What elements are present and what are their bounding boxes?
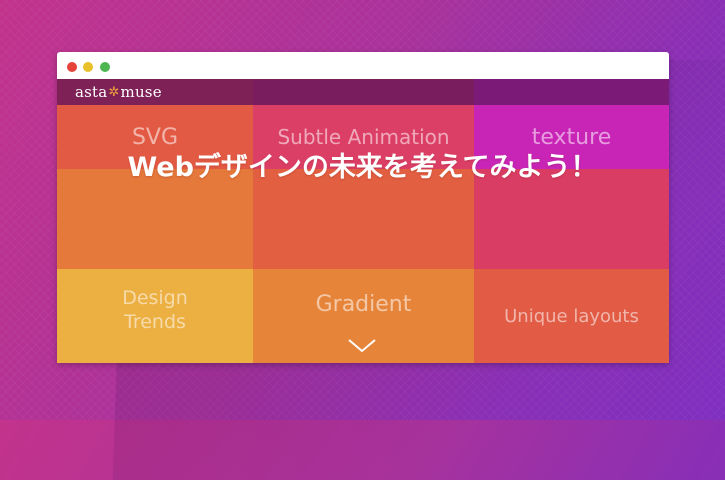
tile-unique-layouts: Unique layouts — [474, 269, 669, 363]
maximize-window-dot-icon[interactable] — [100, 62, 110, 72]
close-window-dot-icon[interactable] — [67, 62, 77, 72]
logo-star-icon: ✲ — [108, 84, 120, 100]
tile-label: Design Trends — [122, 286, 188, 334]
browser-window: asta ✲ muse SVG Subtle Animation texture… — [57, 52, 669, 363]
astamuse-logo[interactable]: asta ✲ muse — [75, 83, 162, 101]
tile-row2-right — [474, 169, 669, 269]
tile-design-trends: Design Trends — [57, 269, 253, 363]
page-headline: Webデザインの未来を考えてみよう！ — [127, 152, 598, 183]
tile-label-line2: Trends — [124, 311, 186, 333]
tile-row2-middle — [253, 169, 474, 269]
header-band-middle — [253, 79, 474, 105]
tile-grid: asta ✲ muse SVG Subtle Animation texture… — [57, 79, 669, 363]
logo-text-right: muse — [120, 83, 162, 101]
browser-titlebar — [57, 52, 669, 79]
tile-row2-left — [57, 169, 253, 269]
tile-label: Unique layouts — [504, 305, 639, 327]
tile-label: Gradient — [315, 291, 412, 317]
tile-label-line1: Design — [122, 287, 188, 309]
header-band-right — [474, 79, 669, 105]
minimize-window-dot-icon[interactable] — [83, 62, 93, 72]
logo-text-left: asta — [75, 83, 108, 101]
chevron-down-icon[interactable] — [348, 339, 376, 353]
